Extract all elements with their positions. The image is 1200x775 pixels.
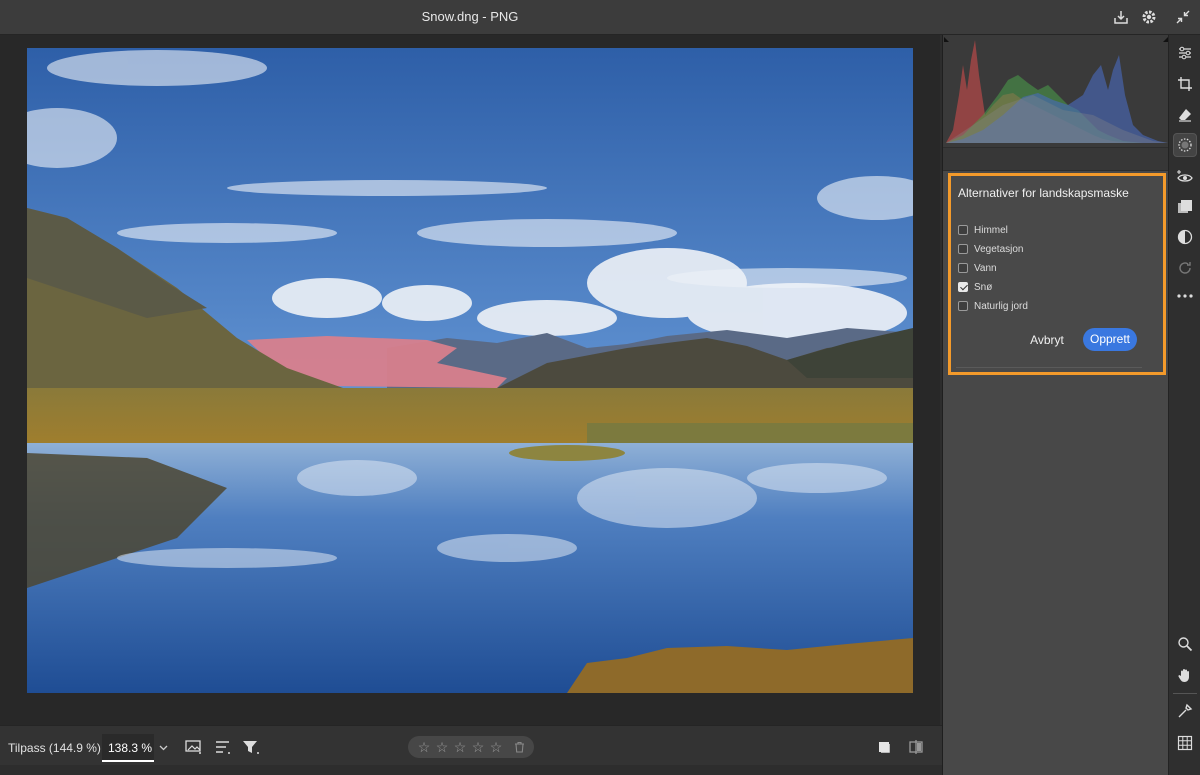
option-label: Snø: [974, 281, 993, 293]
color-icon[interactable]: [1173, 225, 1197, 249]
cancel-button[interactable]: Avbryt: [1023, 329, 1071, 351]
app-window: Snow.dng - PNG Tilpass (144.9 %) 138.3 %…: [0, 0, 1200, 775]
star-icon[interactable]: ☆: [452, 739, 468, 755]
title-bar: Snow.dng - PNG: [0, 0, 1200, 35]
zoom-dropdown-chevron-icon[interactable]: [154, 734, 172, 762]
landscape-photo[interactable]: [27, 48, 913, 693]
option-label: Vann: [974, 262, 997, 274]
divider: [1173, 693, 1197, 694]
star-icon[interactable]: ☆: [434, 739, 450, 755]
option-snow[interactable]: Snø: [958, 280, 992, 294]
star-icon[interactable]: ☆: [470, 739, 486, 755]
presets-icon[interactable]: [1173, 195, 1197, 219]
image-canvas[interactable]: [0, 35, 940, 725]
option-water[interactable]: Vann: [958, 261, 997, 275]
trash-icon[interactable]: [510, 739, 528, 755]
option-label: Vegetasjon: [974, 243, 1024, 255]
histogram: [943, 35, 1169, 147]
eraser-icon[interactable]: [1173, 103, 1197, 127]
edit-panel: [942, 35, 1169, 775]
crop-icon[interactable]: [1173, 72, 1197, 96]
option-vegetation[interactable]: Vegetasjon: [958, 242, 1024, 256]
filmstrip-icon[interactable]: [183, 736, 205, 758]
checkbox-checked[interactable]: [958, 282, 968, 292]
zoom-fit-button[interactable]: Tilpass (144.9 %): [0, 734, 102, 762]
window-title: Snow.dng - PNG: [421, 9, 519, 24]
more-icon[interactable]: [1173, 284, 1197, 308]
option-natural-ground[interactable]: Naturlig jord: [958, 299, 1028, 313]
gear-icon[interactable]: [1138, 6, 1160, 28]
checkbox[interactable]: [958, 225, 968, 235]
view-single-icon[interactable]: [873, 736, 895, 758]
landscape-mask-options-dialog: Alternativer for landskapsmaske Himmel V…: [948, 173, 1166, 375]
mask-options-title: Alternativer for landskapsmaske: [958, 186, 1129, 200]
option-label: Himmel: [974, 224, 1008, 236]
zoom-value-field[interactable]: 138.3 %: [102, 734, 154, 762]
hand-icon[interactable]: [1173, 663, 1197, 687]
panel-separator: [943, 147, 1169, 171]
sort-icon[interactable]: [212, 736, 234, 758]
checkbox[interactable]: [958, 301, 968, 311]
star-rating: ☆ ☆ ☆ ☆ ☆: [408, 736, 534, 758]
snapshot-icon[interactable]: [1173, 256, 1197, 280]
filter-icon[interactable]: [240, 736, 262, 758]
zoom-icon[interactable]: [1173, 632, 1197, 656]
option-sky[interactable]: Himmel: [958, 223, 1008, 237]
collapse-icon[interactable]: [1172, 6, 1194, 28]
option-label: Naturlig jord: [974, 300, 1028, 312]
red-eye-icon[interactable]: [1173, 165, 1197, 189]
before-after-icon[interactable]: [905, 736, 927, 758]
sampler-icon[interactable]: [1173, 699, 1197, 723]
tool-strip: [1168, 35, 1200, 775]
checkbox[interactable]: [958, 263, 968, 273]
masking-icon[interactable]: [1173, 133, 1197, 157]
divider: [956, 367, 1142, 368]
star-icon[interactable]: ☆: [488, 739, 504, 755]
create-button[interactable]: Opprett: [1083, 328, 1137, 351]
checkbox[interactable]: [958, 244, 968, 254]
star-icon[interactable]: ☆: [416, 739, 432, 755]
bottom-toolbar: Tilpass (144.9 %) 138.3 % ☆ ☆ ☆ ☆ ☆: [0, 725, 942, 765]
grid-icon[interactable]: [1173, 731, 1197, 755]
edit-sliders-icon[interactable]: [1173, 41, 1197, 65]
download-icon[interactable]: [1110, 6, 1132, 28]
